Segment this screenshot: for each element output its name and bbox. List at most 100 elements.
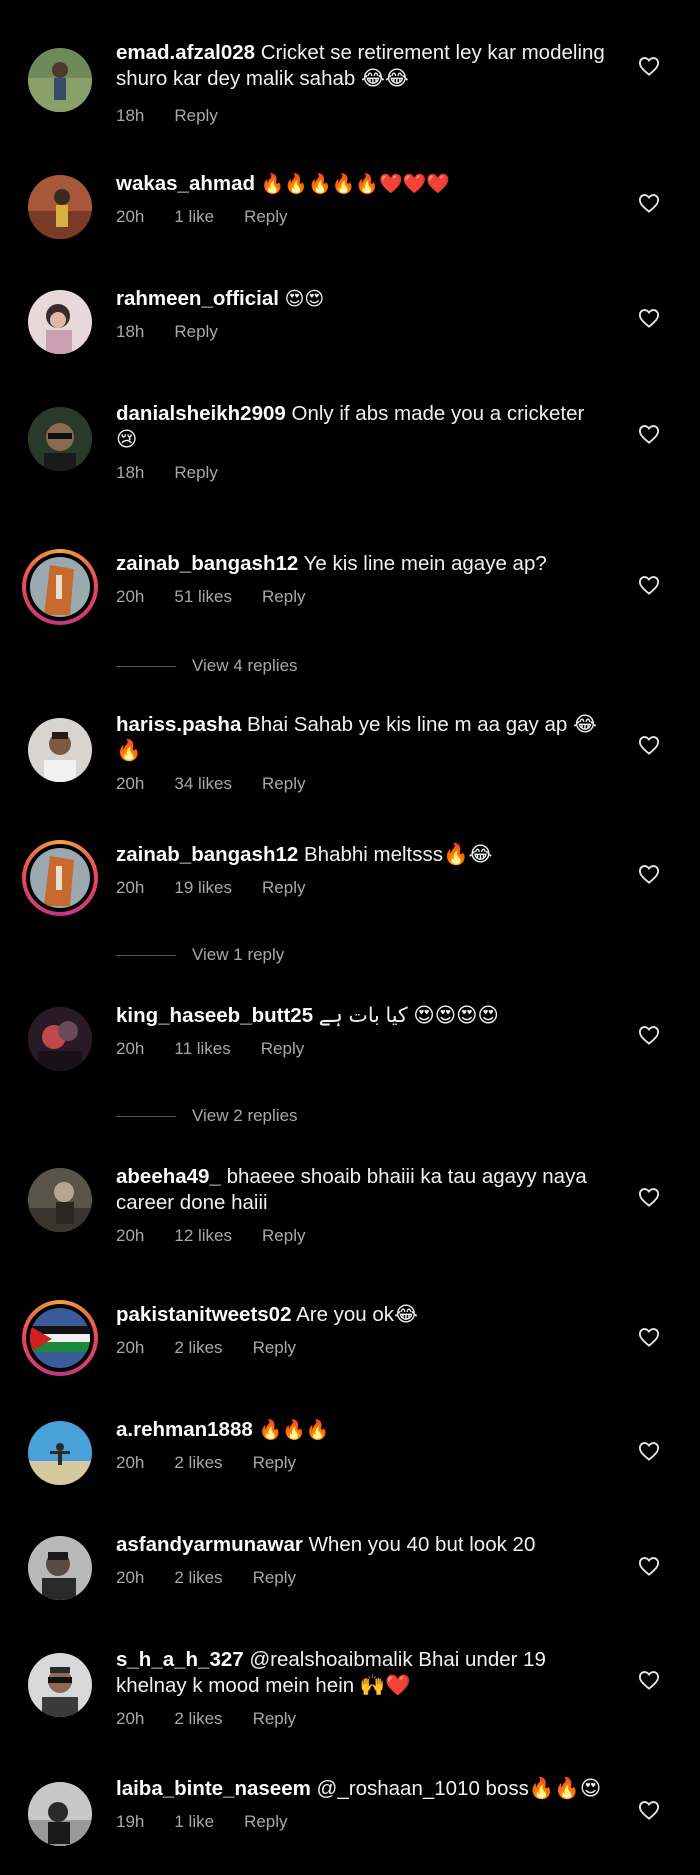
avatar[interactable] xyxy=(28,1782,92,1846)
like-count[interactable]: 34 likes xyxy=(174,774,232,793)
reply-button[interactable]: Reply xyxy=(253,1338,296,1357)
heart-outline-icon[interactable] xyxy=(638,424,660,444)
heart-outline-icon[interactable] xyxy=(638,1556,660,1576)
reply-button[interactable]: Reply xyxy=(244,1812,287,1831)
avatar[interactable] xyxy=(28,407,92,471)
comment-time: 20h xyxy=(116,1568,145,1587)
comment-text: @_roshaan_1010 boss🔥🔥😍 xyxy=(316,1777,602,1800)
like-count[interactable]: 19 likes xyxy=(174,878,232,897)
username[interactable]: pakistanitweets02 xyxy=(116,1303,291,1326)
heart-outline-icon[interactable] xyxy=(638,864,660,884)
heart-outline-icon[interactable] xyxy=(638,56,660,76)
heart-outline-icon[interactable] xyxy=(638,193,660,213)
comment-time: 20h xyxy=(116,878,145,897)
avatar-photo xyxy=(28,1653,92,1717)
avatar-photo xyxy=(28,1007,92,1071)
reply-button[interactable]: Reply xyxy=(174,322,217,341)
avatar[interactable] xyxy=(28,175,92,239)
comment-text: کیا بات ہے 😍😍😍😍 xyxy=(318,1004,499,1027)
avatar-photo xyxy=(30,1308,90,1368)
reply-button[interactable]: Reply xyxy=(174,106,217,125)
username[interactable]: asfandyarmunawar xyxy=(116,1533,303,1556)
reply-divider xyxy=(116,1116,176,1118)
comment-text: 🔥🔥🔥 xyxy=(258,1420,330,1441)
reply-button[interactable]: Reply xyxy=(262,878,305,897)
avatar[interactable] xyxy=(28,1421,92,1485)
username[interactable]: king_haseeb_butt25 xyxy=(116,1004,313,1027)
username[interactable]: zainab_bangash12 xyxy=(116,843,298,866)
reply-button[interactable]: Reply xyxy=(253,1568,296,1587)
heart-outline-icon[interactable] xyxy=(638,735,660,755)
username[interactable]: zainab_bangash12 xyxy=(116,552,298,575)
comment-time: 20h xyxy=(116,587,145,606)
heart-outline-icon[interactable] xyxy=(638,1800,660,1820)
reply-button[interactable]: Reply xyxy=(174,463,217,482)
avatar-photo xyxy=(28,48,92,112)
comment-time: 20h xyxy=(116,207,145,226)
comment-text: Are you ok😂 xyxy=(296,1303,419,1326)
username[interactable]: hariss.pasha xyxy=(116,713,241,736)
comment-time: 20h xyxy=(116,1338,145,1357)
avatar-photo xyxy=(28,407,92,471)
like-count[interactable]: 1 like xyxy=(174,1812,214,1831)
heart-outline-icon[interactable] xyxy=(638,575,660,595)
like-count[interactable]: 1 like xyxy=(174,207,214,226)
comment-text: 😍😍 xyxy=(284,289,325,310)
heart-outline-icon[interactable] xyxy=(638,308,660,328)
comment-text: Bhabhi meltsss🔥😂 xyxy=(304,843,493,866)
avatar[interactable] xyxy=(28,290,92,354)
view-replies-button[interactable]: View 1 reply xyxy=(116,945,284,965)
like-count[interactable]: 2 likes xyxy=(174,1709,222,1728)
username[interactable]: rahmeen_official xyxy=(116,287,279,310)
reply-button[interactable]: Reply xyxy=(244,207,287,226)
heart-outline-icon[interactable] xyxy=(638,1025,660,1045)
username[interactable]: emad.afzal028 xyxy=(116,41,255,64)
heart-outline-icon[interactable] xyxy=(638,1441,660,1461)
comment-time: 18h xyxy=(116,106,145,125)
view-replies-button[interactable]: View 2 replies xyxy=(116,1106,298,1126)
username[interactable]: laiba_binte_naseem xyxy=(116,1777,311,1800)
reply-button[interactable]: Reply xyxy=(261,1039,304,1058)
username[interactable]: wakas_ahmad xyxy=(116,172,255,195)
avatar-photo xyxy=(30,848,90,908)
avatar[interactable] xyxy=(28,48,92,112)
avatar-photo xyxy=(28,175,92,239)
reply-divider xyxy=(116,955,176,957)
avatar-story-ring[interactable] xyxy=(22,840,98,916)
reply-button[interactable]: Reply xyxy=(253,1453,296,1472)
like-count[interactable]: 12 likes xyxy=(174,1226,232,1245)
reply-button[interactable]: Reply xyxy=(262,774,305,793)
heart-outline-icon[interactable] xyxy=(638,1187,660,1207)
reply-button[interactable]: Reply xyxy=(253,1709,296,1728)
view-replies-button[interactable]: View 4 replies xyxy=(116,656,298,676)
avatar-photo xyxy=(28,1421,92,1485)
avatar-photo xyxy=(30,557,90,617)
username[interactable]: s_h_a_h_327 xyxy=(116,1648,244,1671)
avatar-story-ring[interactable] xyxy=(22,549,98,625)
avatar-photo xyxy=(28,718,92,782)
comment-time: 20h xyxy=(116,1039,145,1058)
reply-button[interactable]: Reply xyxy=(262,587,305,606)
comment-time: 20h xyxy=(116,1709,145,1728)
avatar[interactable] xyxy=(28,718,92,782)
avatar[interactable] xyxy=(28,1653,92,1717)
like-count[interactable]: 2 likes xyxy=(174,1338,222,1357)
avatar-photo xyxy=(28,1168,92,1232)
avatar[interactable] xyxy=(28,1536,92,1600)
comment-time: 20h xyxy=(116,1226,145,1245)
like-count[interactable]: 51 likes xyxy=(174,587,232,606)
username[interactable]: danialsheikh2909 xyxy=(116,402,286,425)
username[interactable]: a.rehman1888 xyxy=(116,1418,253,1441)
avatar[interactable] xyxy=(28,1168,92,1232)
username[interactable]: abeeha49_ xyxy=(116,1165,221,1188)
avatar[interactable] xyxy=(28,1007,92,1071)
heart-outline-icon[interactable] xyxy=(638,1327,660,1347)
like-count[interactable]: 2 likes xyxy=(174,1568,222,1587)
like-count[interactable]: 11 likes xyxy=(174,1039,230,1058)
avatar-story-ring[interactable] xyxy=(22,1300,98,1376)
reply-button[interactable]: Reply xyxy=(262,1226,305,1245)
heart-outline-icon[interactable] xyxy=(638,1670,660,1690)
like-count[interactable]: 2 likes xyxy=(174,1453,222,1472)
comment-time: 18h xyxy=(116,463,145,482)
comment-time: 20h xyxy=(116,1453,145,1472)
